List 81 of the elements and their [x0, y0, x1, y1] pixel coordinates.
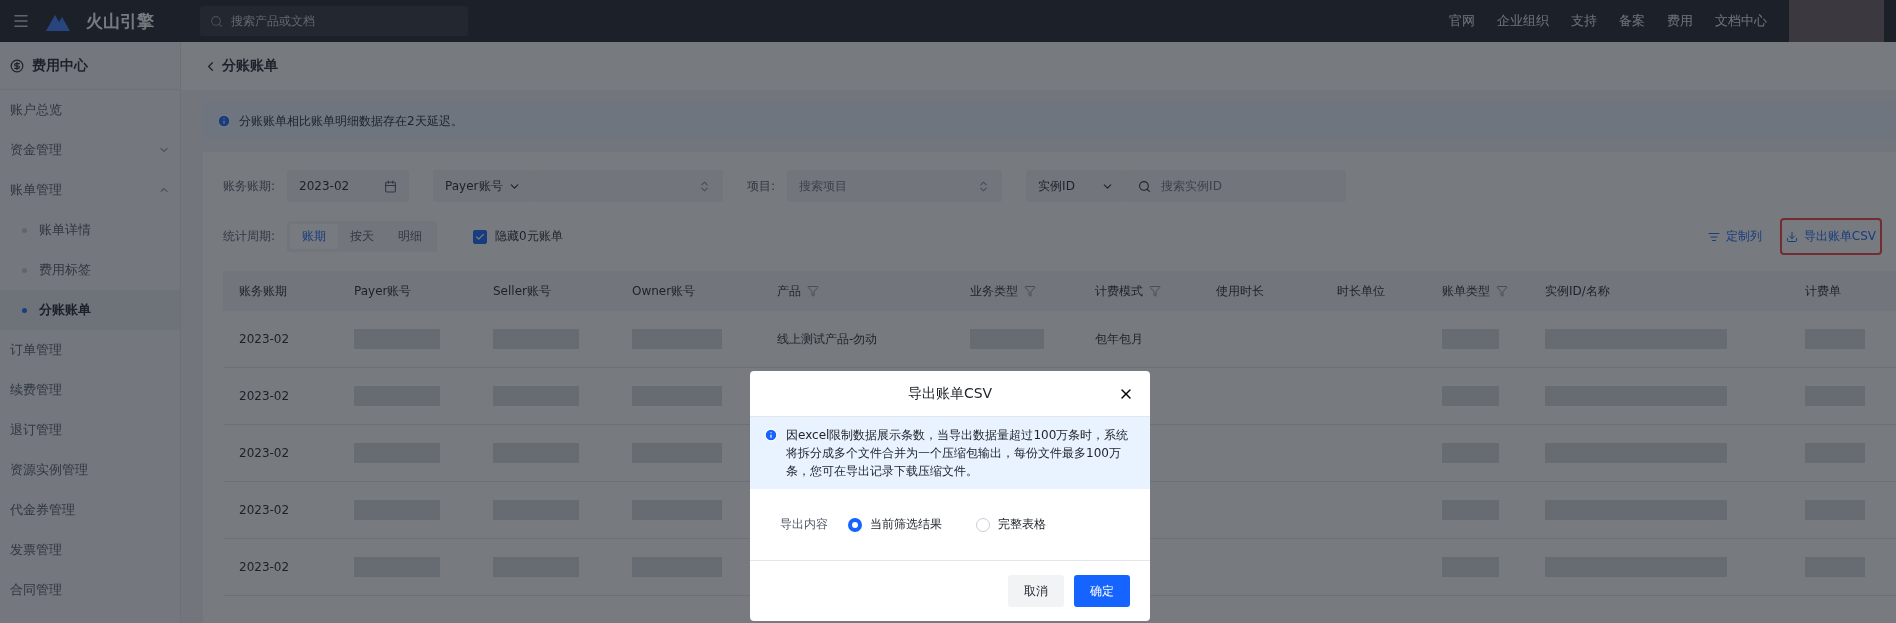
segment-tab[interactable]: 账期 — [290, 224, 339, 249]
sidebar-subitem[interactable]: 账单详情 — [0, 210, 180, 250]
radio-label: 当前筛选结果 — [870, 516, 942, 533]
column-header: 计费模式 — [1095, 282, 1143, 300]
column-header: 账务账期 — [239, 282, 287, 300]
sidebar-item[interactable]: 退订管理 — [0, 410, 180, 450]
radio-button[interactable] — [848, 517, 862, 532]
calendar-icon — [384, 179, 398, 193]
brand-name: 火山引擎 — [86, 9, 154, 33]
field-label: 导出内容 — [780, 516, 828, 533]
search-field[interactable]: 搜索产品或文档 — [200, 6, 468, 36]
table-cell: 2023-02 — [223, 425, 338, 482]
date-field[interactable]: 2023-02 — [287, 170, 410, 202]
table-cell: 线上测试产品-勿动 — [761, 311, 954, 368]
nav-link[interactable]: 费用 — [1667, 12, 1693, 30]
account-field[interactable] — [533, 170, 724, 202]
sidebar-item[interactable]: 发票管理 — [0, 530, 180, 570]
search-icon — [1138, 179, 1152, 193]
placeholder-text: 搜索产品或文档 — [231, 12, 315, 30]
instance-select[interactable]: 实例ID — [1026, 170, 1127, 202]
table-cell: 2023-02 — [223, 482, 338, 539]
column-header: 产品 — [777, 282, 801, 300]
filter-icon[interactable] — [1149, 285, 1161, 297]
sidebar-subitem[interactable]: 分账账单 — [0, 290, 180, 330]
confirm-button[interactable]: 确定 — [1074, 575, 1130, 607]
segment-tab[interactable]: 明细 — [386, 224, 435, 249]
filter-icon[interactable] — [1024, 285, 1036, 297]
column-header: 使用时长 — [1216, 282, 1264, 300]
nav-link[interactable]: 支持 — [1571, 12, 1597, 30]
page-title: 分账账单 — [222, 57, 278, 75]
table-cell: 包年包月 — [1079, 311, 1200, 368]
dialog-title: 导出账单CSV — [907, 384, 993, 403]
nav-link[interactable]: 企业组织 — [1497, 12, 1549, 30]
checkbox-label: 隐藏0元账单 — [495, 228, 563, 245]
table-cell: 2023-02 — [223, 311, 338, 368]
sidebar-item[interactable]: 账单管理 — [0, 170, 180, 210]
checkbox[interactable] — [473, 229, 488, 244]
menu-icon[interactable] — [12, 12, 30, 30]
check-icon — [475, 231, 486, 242]
column-header: 业务类型 — [970, 282, 1018, 300]
radio-label: 完整表格 — [998, 516, 1046, 533]
download-icon — [1785, 230, 1798, 243]
column-header: 时长单位 — [1337, 282, 1385, 300]
nav-link[interactable]: 官网 — [1449, 12, 1475, 30]
filter-icon[interactable] — [807, 285, 819, 297]
coin-icon — [10, 58, 24, 73]
date-value: 2023-02 — [299, 179, 350, 193]
sidebar-item[interactable]: 订单管理 — [0, 330, 180, 370]
info-icon — [217, 114, 231, 128]
sidebar-item[interactable]: 资源实例管理 — [0, 450, 180, 490]
sidebar-item[interactable]: 资金管理 — [0, 130, 180, 170]
column-header: Payer账号 — [354, 282, 412, 300]
field-label: 统计周期: — [223, 228, 276, 245]
sidebar-item[interactable]: 合同管理 — [0, 570, 180, 610]
cancel-button[interactable]: 取消 — [1008, 575, 1064, 607]
sidebar-item[interactable]: 续费管理 — [0, 370, 180, 410]
filter-icon[interactable] — [1496, 285, 1508, 297]
sidebar-item[interactable]: 账户总览 — [0, 90, 180, 130]
table-cell: 2023-02 — [223, 539, 338, 596]
table-cell: 2023-02 — [223, 368, 338, 425]
sidebar-subitem[interactable]: 费用标签 — [0, 250, 180, 290]
segment-tab[interactable]: 按天 — [338, 224, 387, 249]
notice-text: 分账账单相比账单明细数据存在2天延迟。 — [239, 112, 463, 130]
nav-link[interactable]: 文档中心 — [1715, 12, 1767, 30]
column-header: Seller账号 — [493, 282, 551, 300]
column-header: Owner账号 — [632, 282, 696, 300]
list-icon — [1707, 230, 1720, 243]
account-select[interactable]: Payer账号 — [433, 170, 534, 202]
export-button[interactable]: 导出账单CSV — [1779, 218, 1882, 255]
field-label: 账务账期: — [223, 177, 276, 195]
columns-button[interactable]: 定制列 — [1701, 218, 1768, 255]
nav-link[interactable]: 备案 — [1619, 12, 1645, 30]
column-header: 计费单 — [1805, 282, 1841, 300]
sidebar-title: 费用中心 — [32, 56, 88, 75]
dialog-notice-text: 因excel限制数据展示条数，当导出数据量超过100万条时，系统将拆分成多个文件合并为一个压缩包输出，每份文件最多100万条，您可在导出记录下载压缩文件。 — [786, 427, 1130, 480]
field-label: 项目: — [747, 177, 776, 195]
search-icon — [210, 14, 223, 28]
column-header: 账单类型 — [1442, 282, 1490, 300]
sidebar-item[interactable]: 代金券管理 — [0, 490, 180, 530]
column-header: 实例ID/名称 — [1545, 282, 1610, 300]
info-icon — [764, 428, 778, 442]
